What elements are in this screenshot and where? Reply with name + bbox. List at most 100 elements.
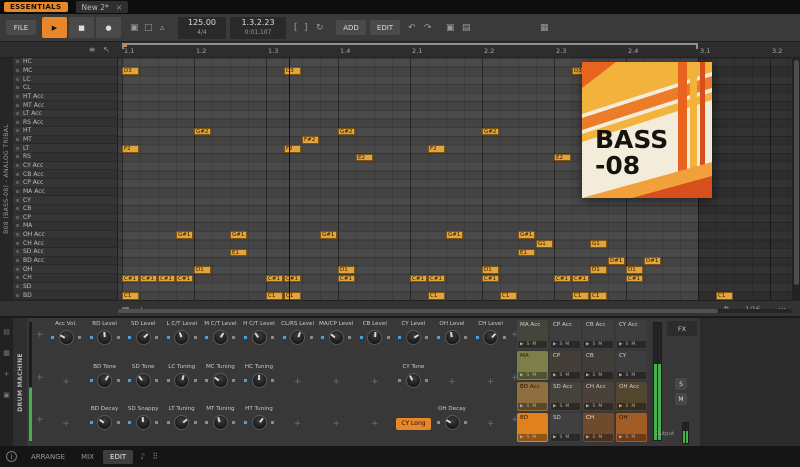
- lane-row-oh-acc[interactable]: OH Acc: [13, 231, 117, 240]
- drum-pad-cp[interactable]: CP ▶ S M: [550, 351, 581, 380]
- midi-note[interactable]: C1: [572, 291, 589, 300]
- drum-pad-cb[interactable]: CB ▶ S M: [583, 351, 614, 380]
- pad-solo-button[interactable]: S: [592, 373, 595, 378]
- pad-solo-button[interactable]: S: [592, 404, 595, 409]
- play-button[interactable]: ▶: [42, 17, 67, 38]
- midi-note[interactable]: C1: [122, 291, 139, 300]
- drum-pad-cp-acc[interactable]: CP Acc ▶ S M: [550, 320, 581, 349]
- pad-solo-button[interactable]: S: [526, 342, 529, 347]
- lane-row-rs[interactable]: RS: [13, 153, 117, 162]
- pad-mute-button[interactable]: M: [631, 342, 635, 347]
- pad-play-icon[interactable]: ▶: [586, 404, 589, 409]
- lane-row-cl[interactable]: CL: [13, 84, 117, 93]
- lane-row-ht[interactable]: HT: [13, 127, 117, 136]
- midi-note[interactable]: E2: [554, 153, 571, 162]
- midi-note[interactable]: G#2: [482, 127, 499, 136]
- view-tab-edit[interactable]: EDIT: [103, 449, 134, 464]
- lane-row-rs-acc[interactable]: RS Acc: [13, 118, 117, 128]
- midi-note[interactable]: F2: [122, 145, 139, 153]
- redo-icon[interactable]: ↷: [424, 22, 432, 34]
- vertical-scrollbar-thumb[interactable]: [793, 60, 799, 285]
- midi-note[interactable]: C#1: [266, 274, 283, 283]
- midi-note[interactable]: D3: [284, 67, 301, 75]
- automation-lanes-icon[interactable]: ⠿: [152, 451, 158, 463]
- pad-play-icon[interactable]: ▶: [520, 404, 523, 409]
- lane-row-oh[interactable]: OH: [13, 265, 117, 275]
- pad-solo-button[interactable]: S: [559, 342, 562, 347]
- midi-note[interactable]: G#1: [320, 231, 337, 240]
- lane-row-sd[interactable]: SD: [13, 283, 117, 292]
- track-name-rail[interactable]: B08 (BASS-08) - ANALOG TRIBAL: [0, 58, 13, 300]
- empty-macro-slot[interactable]: +: [279, 363, 317, 401]
- lane-row-bd[interactable]: BD: [13, 291, 117, 300]
- file-button[interactable]: FILE: [6, 20, 36, 35]
- midi-note[interactable]: D1: [590, 266, 607, 274]
- pad-mute-button[interactable]: M: [631, 435, 635, 440]
- drum-pad-bd[interactable]: BD ▶ S M: [517, 413, 548, 442]
- pad-solo-button[interactable]: S: [526, 373, 529, 378]
- midi-note[interactable]: E2: [356, 153, 373, 162]
- pad-solo-button[interactable]: S: [526, 404, 529, 409]
- record-button[interactable]: ●: [96, 17, 121, 38]
- midi-note[interactable]: C#1: [122, 274, 139, 283]
- loop-icon[interactable]: ↻: [316, 22, 324, 34]
- drum-pad-ch[interactable]: CH ▶ S M: [583, 413, 614, 442]
- view-tab-mix[interactable]: MIX: [74, 450, 101, 464]
- knob-ht-tuning[interactable]: [251, 415, 267, 430]
- pad-solo-button[interactable]: S: [592, 342, 595, 347]
- pad-play-icon[interactable]: ▶: [553, 373, 556, 378]
- position-display[interactable]: 1.3.2.23 0:01.107: [230, 17, 286, 39]
- view-tab-arrange[interactable]: ARRANGE: [24, 450, 72, 464]
- paste-icon[interactable]: ▤: [462, 22, 471, 34]
- lane-row-cy-acc[interactable]: CY Acc: [13, 162, 117, 171]
- device-rail-grid-icon[interactable]: ▦: [3, 347, 10, 359]
- midi-note[interactable]: D1: [338, 266, 355, 274]
- knob-sd-tone[interactable]: [135, 373, 151, 388]
- knob-oh-decay[interactable]: [444, 415, 460, 430]
- lane-row-cb[interactable]: CB: [13, 205, 117, 214]
- lane-row-bd-acc[interactable]: BD Acc: [13, 257, 117, 266]
- solo-button[interactable]: S: [675, 378, 687, 390]
- midi-note[interactable]: C1: [590, 291, 607, 300]
- pad-solo-button[interactable]: S: [526, 435, 529, 440]
- knob-cl-rs-level[interactable]: [290, 330, 306, 345]
- midi-note[interactable]: C#1: [428, 274, 445, 283]
- pad-play-icon[interactable]: ▶: [586, 435, 589, 440]
- empty-macro-slot[interactable]: +: [472, 363, 510, 401]
- pad-solo-button[interactable]: S: [559, 435, 562, 440]
- midi-note[interactable]: G#2: [194, 127, 211, 136]
- punch-in-icon[interactable]: [: [294, 22, 298, 34]
- midi-note[interactable]: G#1: [518, 231, 535, 240]
- lane-row-sd-acc[interactable]: SD Acc: [13, 248, 117, 257]
- fx-slot[interactable]: FX: [667, 321, 697, 336]
- midi-note[interactable]: D#1: [608, 257, 625, 265]
- drum-pad-cy[interactable]: CY ▶ S M: [616, 351, 647, 380]
- pad-mute-button[interactable]: M: [532, 435, 536, 440]
- menu-icon[interactable]: ≡: [89, 44, 96, 56]
- slot-add-icon[interactable]: +: [36, 373, 44, 383]
- empty-macro-slot[interactable]: +: [317, 363, 355, 401]
- mute-button[interactable]: M: [675, 393, 687, 405]
- lane-row-lc[interactable]: LC: [13, 75, 117, 84]
- pad-play-icon[interactable]: ▶: [619, 342, 622, 347]
- pad-play-icon[interactable]: ▶: [520, 342, 523, 347]
- lane-row-lt-acc[interactable]: LT Acc: [13, 110, 117, 119]
- midi-note[interactable]: F#2: [302, 136, 319, 144]
- midi-note[interactable]: C1: [266, 291, 283, 300]
- device-rail-toggle-icon[interactable]: ▣: [3, 389, 10, 401]
- midi-note[interactable]: D1: [194, 266, 211, 274]
- empty-macro-slot[interactable]: +: [472, 405, 510, 443]
- midi-note[interactable]: C#1: [626, 274, 643, 283]
- horizontal-scrollbar[interactable]: [118, 309, 792, 313]
- note-editor-icon[interactable]: ♪: [140, 451, 145, 463]
- lane-row-mt[interactable]: MT: [13, 136, 117, 145]
- knob-bd-decay[interactable]: [97, 415, 113, 430]
- midi-note[interactable]: D1: [626, 266, 643, 274]
- pad-play-icon[interactable]: ▶: [553, 435, 556, 440]
- slot-add-icon[interactable]: +: [36, 330, 44, 340]
- lane-row-hc[interactable]: HC: [13, 58, 117, 67]
- device-title-rail[interactable]: DRUM MACHINE: [13, 318, 27, 447]
- midi-note[interactable]: C1: [500, 291, 517, 300]
- pad-mute-button[interactable]: M: [631, 373, 635, 378]
- add-button[interactable]: ADD: [336, 20, 366, 35]
